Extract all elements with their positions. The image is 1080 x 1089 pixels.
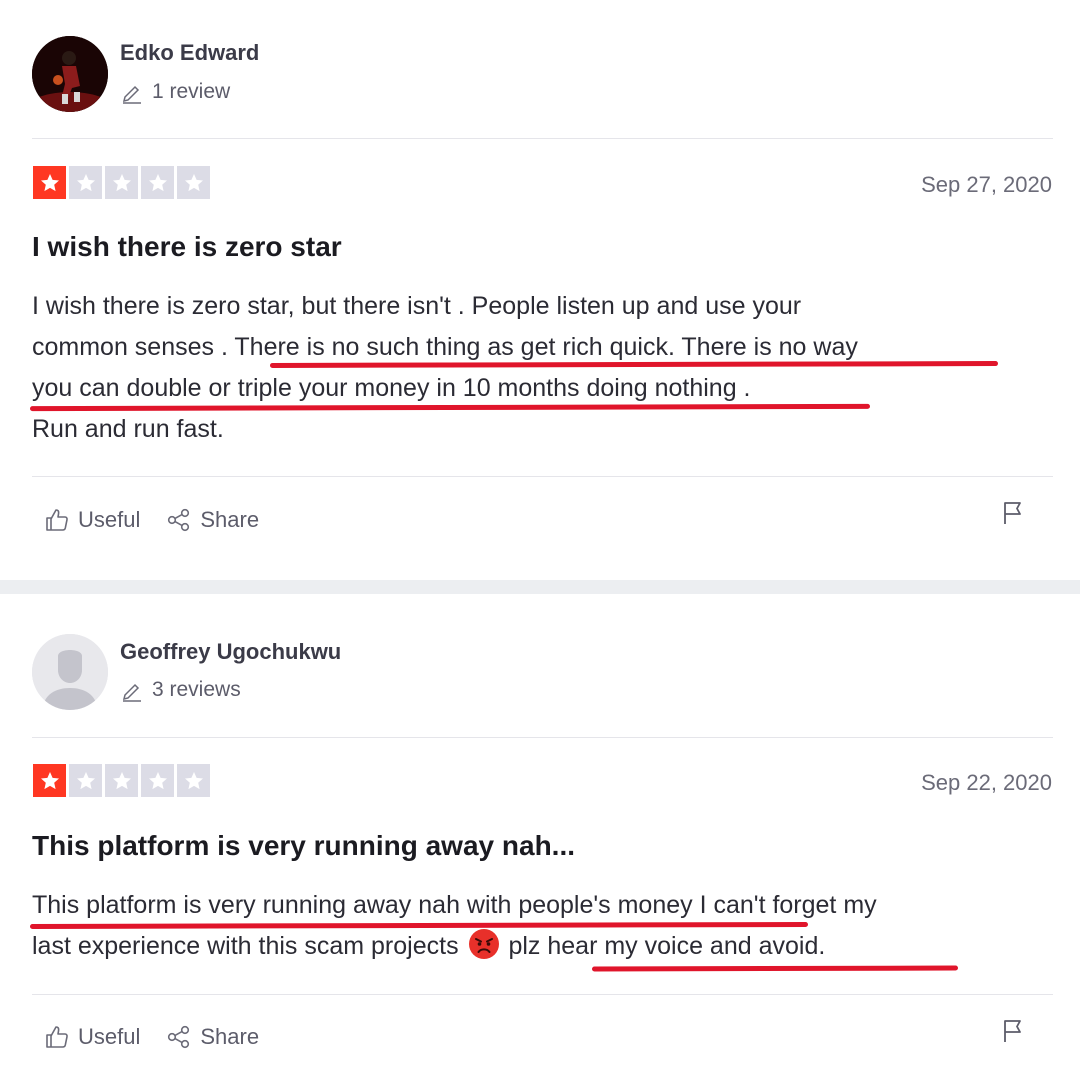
share-label: Share: [200, 1024, 260, 1049]
pencil-icon: [122, 683, 141, 702]
review-body-line: This platform is very running away nah w…: [32, 891, 877, 919]
reviewer-avatar[interactable]: [32, 634, 108, 710]
angry-face-icon: [468, 929, 499, 959]
review-date: Sep 27, 2020: [921, 172, 1052, 197]
reviewer-name[interactable]: Edko Edward: [120, 40, 259, 66]
default-user-icon: [32, 634, 108, 710]
review-count: 3 reviews: [120, 678, 241, 702]
star-icon: [69, 166, 102, 199]
review-separator: [0, 580, 1080, 594]
review-date: Sep 22, 2020: [921, 770, 1052, 795]
star-icon: [177, 166, 210, 199]
share-icon: [168, 508, 190, 532]
star-icon: [105, 764, 138, 797]
review-body-line: you can double or triple your money in 1…: [32, 374, 751, 402]
share-button[interactable]: Share: [166, 1024, 259, 1050]
star-icon: [141, 166, 174, 199]
star-icon: [141, 764, 174, 797]
review-count-text: 3 reviews: [152, 678, 241, 701]
divider: [32, 138, 1053, 139]
review-card: Geoffrey Ugochukwu 3 reviews Sep 22, 202…: [0, 594, 1080, 1089]
flag-icon: [1004, 502, 1021, 524]
review-body-line: Run and run fast.: [32, 415, 224, 443]
avatar-photo-icon: [32, 36, 108, 112]
divider: [32, 476, 1053, 477]
useful-button[interactable]: Useful: [44, 1024, 140, 1050]
star-rating: [33, 166, 210, 199]
review-title[interactable]: This platform is very running away nah..…: [32, 830, 575, 862]
useful-button[interactable]: Useful: [44, 507, 140, 533]
useful-label: Useful: [78, 507, 141, 532]
star-icon: [177, 764, 210, 797]
share-icon: [168, 1025, 190, 1049]
useful-label: Useful: [78, 1024, 141, 1049]
review-actions: Useful Share: [44, 507, 259, 533]
pencil-icon: [122, 85, 141, 104]
review-actions: Useful Share: [44, 1024, 259, 1050]
review-body-line: I wish there is zero star, but there isn…: [32, 292, 802, 320]
review-body-text: plz hear my voice and avoid.: [508, 932, 826, 960]
star-icon: [33, 166, 66, 199]
annotation-underline: [591, 965, 959, 972]
reviewer-name[interactable]: Geoffrey Ugochukwu: [120, 639, 341, 665]
thumbs-up-icon: [46, 1026, 68, 1048]
share-button[interactable]: Share: [166, 507, 259, 533]
review-body-text: last experience with this scam projects: [32, 932, 459, 960]
review-count-text: 1 review: [152, 80, 231, 103]
review-count: 1 review: [120, 80, 230, 104]
share-label: Share: [200, 507, 260, 532]
divider: [32, 994, 1053, 995]
star-icon: [105, 166, 138, 199]
review-card: Edko Edward 1 review Sep 27, 2020 I wish…: [0, 0, 1080, 580]
review-body: I wish there is zero star, but there isn…: [32, 286, 1042, 450]
flag-icon: [1004, 1020, 1021, 1042]
report-flag-button[interactable]: [1001, 500, 1025, 531]
review-title[interactable]: I wish there is zero star: [32, 231, 342, 263]
star-icon: [33, 764, 66, 797]
reviewer-avatar[interactable]: [32, 36, 108, 112]
star-rating: [33, 764, 210, 797]
review-body-line: last experience with this scam projects …: [32, 926, 1042, 967]
thumbs-up-icon: [46, 509, 68, 531]
report-flag-button[interactable]: [1001, 1018, 1025, 1049]
star-icon: [69, 764, 102, 797]
divider: [32, 737, 1053, 738]
